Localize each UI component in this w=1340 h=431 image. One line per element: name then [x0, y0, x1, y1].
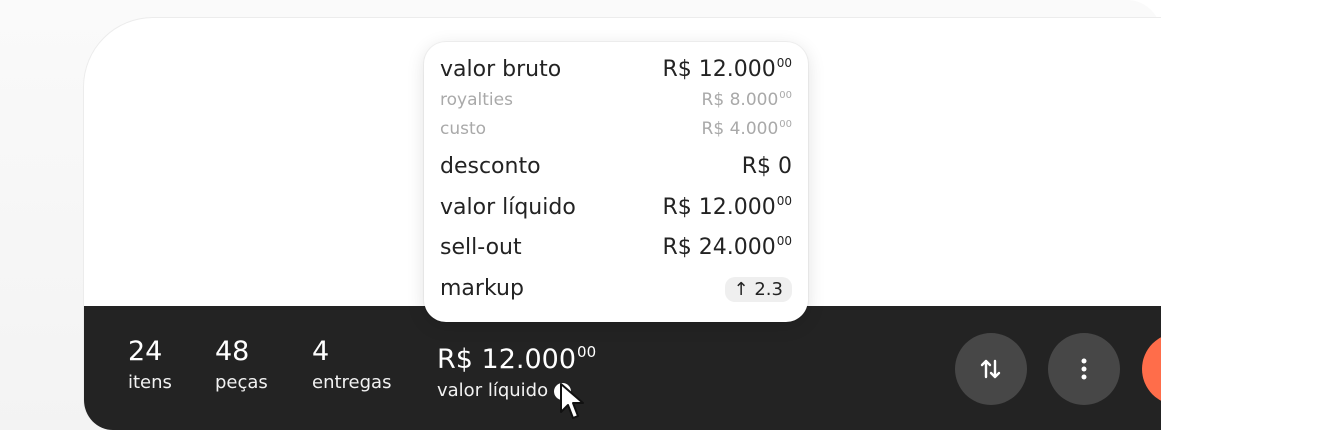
net-value-row: valor líquido R$ 12.00000	[440, 194, 792, 220]
value-breakdown-tooltip: valor bruto R$ 12.00000 royalties R$ 8.0…	[424, 42, 808, 322]
royalties-integer: 8.000	[729, 90, 779, 110]
tooltip-net-value-label: valor líquido	[440, 195, 576, 220]
gross-value-currency: R$	[662, 57, 692, 82]
royalties-cents: 00	[779, 90, 792, 101]
sell-out-integer: 24.000	[698, 235, 776, 260]
net-value-cents: 00	[577, 343, 597, 361]
sort-button[interactable]	[955, 333, 1027, 405]
arrow-up-icon: ↑	[733, 279, 749, 300]
summary-bar: 24 itens 48 peças 4 entregas R$ 12.00000…	[84, 306, 1161, 430]
gross-value-cents: 00	[776, 56, 792, 70]
sell-out-label: sell-out	[440, 235, 522, 260]
cost-currency: R$	[701, 119, 725, 139]
markup-badge: ↑ 2.3	[724, 277, 792, 302]
tooltip-net-value-amount: R$ 12.00000	[662, 194, 792, 220]
royalties-label: royalties	[440, 90, 513, 110]
pieces-label: peças	[215, 372, 268, 393]
gross-value-row: valor bruto R$ 12.00000	[440, 56, 792, 82]
cost-row: custo R$ 4.00000	[440, 119, 792, 139]
sort-arrows-icon	[980, 359, 1001, 379]
sell-out-row: sell-out R$ 24.00000	[440, 234, 792, 260]
markup-row: markup ↑ 2.3	[440, 276, 792, 302]
tooltip-net-value-currency: R$	[662, 195, 692, 220]
cost-label: custo	[440, 119, 487, 139]
mouse-pointer-icon	[560, 383, 584, 419]
net-value-integer: 12.000	[481, 344, 577, 375]
net-value-amount: R$ 12.00000	[437, 336, 596, 376]
cost-amount: R$ 4.00000	[702, 119, 792, 139]
gross-value-label: valor bruto	[440, 57, 562, 82]
cost-integer: 4.000	[729, 119, 779, 139]
discount-row: desconto R$ 0	[440, 154, 792, 179]
royalties-currency: R$	[701, 90, 725, 110]
more-vertical-icon	[1081, 358, 1087, 380]
deliveries-count: 4	[312, 336, 330, 367]
sell-out-amount: R$ 24.00000	[662, 234, 792, 260]
deliveries-stat: 4 entregas	[312, 336, 391, 395]
sell-out-currency: R$	[662, 235, 692, 260]
royalties-row: royalties R$ 8.00000	[440, 90, 792, 110]
items-count: 24	[128, 336, 163, 367]
tooltip-net-value-integer: 12.000	[698, 195, 776, 220]
cost-cents: 00	[779, 119, 792, 130]
markup-label: markup	[440, 276, 524, 301]
primary-action-button[interactable]	[1142, 333, 1161, 405]
items-stat: 24 itens	[128, 336, 172, 395]
more-options-button[interactable]	[1048, 333, 1120, 405]
net-value-currency: R$	[437, 344, 473, 375]
royalties-amount: R$ 8.00000	[702, 90, 792, 110]
items-label: itens	[128, 372, 172, 393]
pieces-stat: 48 peças	[215, 336, 268, 395]
net-value-label: valor líquido	[437, 380, 549, 401]
gross-value-amount: R$ 12.00000	[662, 56, 792, 82]
discount-amount: R$ 0	[741, 154, 792, 179]
deliveries-label: entregas	[312, 372, 392, 393]
pieces-count: 48	[215, 336, 250, 367]
tooltip-net-value-cents: 00	[776, 194, 792, 208]
discount-label: desconto	[440, 154, 541, 179]
sell-out-cents: 00	[776, 234, 792, 248]
markup-value: 2.3	[754, 279, 783, 300]
gross-value-integer: 12.000	[698, 57, 776, 82]
